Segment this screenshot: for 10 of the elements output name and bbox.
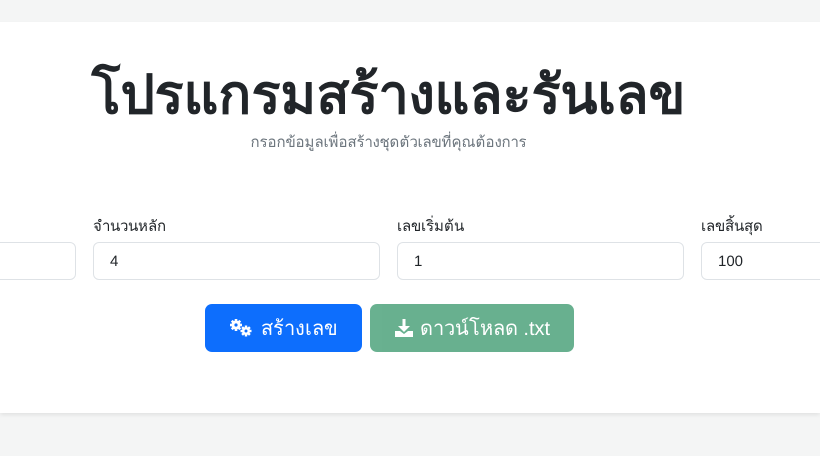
input-field[interactable]: 100 — [701, 242, 820, 280]
field-label: เลขเริ่มต้น — [397, 214, 684, 234]
page-subtitle: กรอกข้อมูลเพื่อสร้างชุดตัวเลขที่คุณต้องการ — [250, 130, 526, 154]
page-title: โปรแกรมสร้างและรันเลข — [92, 62, 686, 127]
generate-button[interactable]: สร้างเลข — [204, 304, 362, 352]
field-label: จำนวนหลัก — [93, 217, 167, 234]
input-field[interactable]: 1 — [397, 242, 684, 280]
input-field[interactable]: 4 — [93, 242, 380, 280]
field-label: เลขสิ้นสุด — [701, 214, 820, 234]
download-icon — [394, 318, 414, 338]
